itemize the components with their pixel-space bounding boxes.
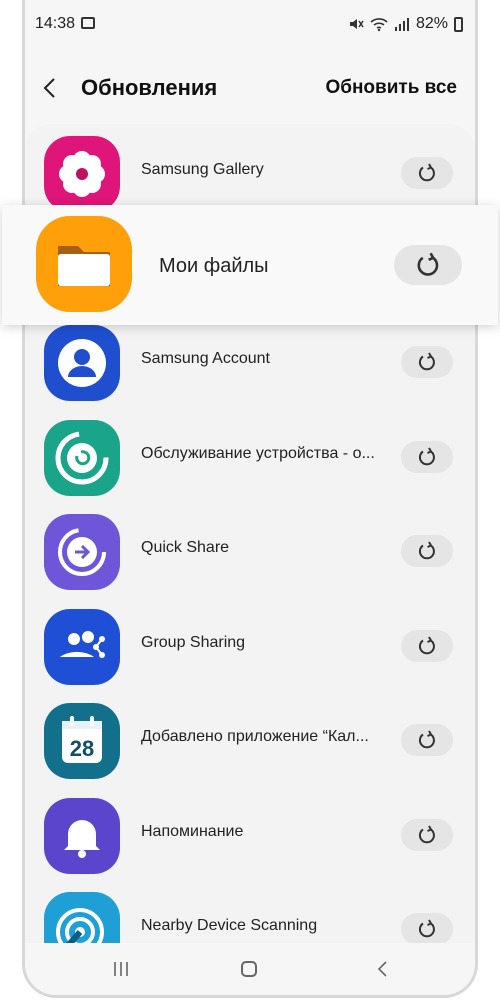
battery-percent: 82% <box>415 15 448 32</box>
app-bar: Обновления Обновить все <box>25 58 475 122</box>
status-right: 82% <box>348 15 463 33</box>
gallery-flower-icon <box>44 136 120 212</box>
signal-icon <box>394 18 409 31</box>
folder-icon <box>36 216 132 312</box>
update-button[interactable] <box>401 535 453 567</box>
refresh-icon <box>418 447 435 466</box>
battery-icon <box>454 16 463 32</box>
refresh-icon <box>418 636 435 655</box>
app-name: Samsung Account <box>141 350 270 367</box>
device-care-icon <box>44 420 120 496</box>
refresh-icon <box>418 352 435 371</box>
refresh-icon <box>417 252 439 276</box>
update-button[interactable] <box>401 346 453 378</box>
wifi-icon <box>370 18 388 32</box>
app-name: Group Sharing <box>141 634 246 651</box>
app-name: Quick Share <box>141 539 230 556</box>
image-notification-icon <box>81 17 95 29</box>
list-item[interactable]: Обслуживание устройства - о... <box>25 408 475 502</box>
app-name: Напоминание <box>141 823 244 840</box>
back-arrow-icon[interactable] <box>39 76 63 100</box>
list-item[interactable]: Group Sharing <box>25 597 475 691</box>
page-title: Обновления <box>81 75 218 100</box>
app-name: Nearby Device Scanning <box>141 917 318 934</box>
update-button[interactable] <box>401 819 453 851</box>
refresh-icon <box>418 730 435 749</box>
app-name: Обслуживание устройства - о... <box>141 445 375 462</box>
calendar-icon: 28 <box>44 703 120 779</box>
refresh-icon <box>418 825 435 844</box>
status-bar: 14:38 82% <box>25 0 475 50</box>
home-icon[interactable] <box>241 961 257 977</box>
bell-icon <box>44 798 120 874</box>
refresh-icon <box>418 919 435 938</box>
account-icon <box>44 325 120 401</box>
update-button[interactable] <box>401 913 453 945</box>
quick-share-icon <box>44 514 120 590</box>
update-all-button[interactable]: Обновить все <box>325 77 457 99</box>
refresh-icon <box>418 541 435 560</box>
app-name: Samsung Gallery <box>141 161 264 178</box>
list-item[interactable]: Samsung Account <box>25 313 475 407</box>
app-name: Добавлено приложение “Кал... <box>141 728 369 745</box>
update-button[interactable] <box>401 724 453 756</box>
highlighted-app-item[interactable]: Мои файлы <box>2 205 498 325</box>
list-item[interactable]: Samsung Gallery <box>25 124 475 218</box>
list-item[interactable]: 28 Добавлено приложение “Кал... <box>25 691 475 785</box>
refresh-icon <box>418 163 435 182</box>
phone-screen: 14:38 82% Обновления Обновить все Samsun… <box>22 0 478 998</box>
status-time: 14:38 <box>35 15 76 32</box>
mute-icon <box>349 19 364 29</box>
recent-apps-icon[interactable] <box>111 959 131 979</box>
update-button[interactable] <box>401 441 453 473</box>
list-item[interactable]: Напоминание <box>25 786 475 880</box>
nav-back-icon[interactable] <box>373 959 393 979</box>
update-button[interactable] <box>401 630 453 662</box>
update-button[interactable] <box>401 157 453 189</box>
group-sharing-icon <box>44 609 120 685</box>
update-button[interactable] <box>394 245 462 285</box>
app-name: Мои файлы <box>159 255 269 277</box>
navigation-bar <box>25 943 475 995</box>
list-item[interactable]: Quick Share <box>25 502 475 596</box>
calendar-day-number: 28 <box>70 736 94 761</box>
